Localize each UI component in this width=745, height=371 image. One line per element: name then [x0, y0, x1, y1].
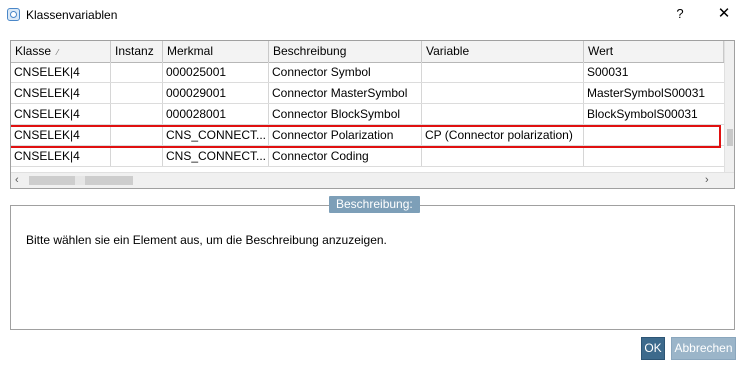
ok-button[interactable]: OK [641, 337, 665, 360]
cell-variable [422, 104, 584, 124]
title-bar: Klassenvariablen ? ✕ [0, 0, 745, 30]
cell-merkmal: 000028001 [163, 104, 269, 124]
cell-wert [584, 125, 724, 145]
cell-merkmal: CNS_CONNECT... [163, 125, 269, 145]
cell-variable [422, 146, 584, 166]
cell-wert: S00031 [587, 65, 629, 79]
column-header-beschreibung[interactable]: Beschreibung [269, 41, 422, 62]
table-header: Klasse ⁄ Instanz Merkmal Beschreibung Var… [11, 41, 724, 63]
column-header-klasse[interactable]: Klasse ⁄ [11, 41, 111, 62]
horizontal-scrollbar[interactable]: ‹ › [11, 172, 734, 188]
app-icon [7, 8, 20, 21]
cell-instanz [111, 146, 163, 166]
description-text: Bitte wählen sie ein Element aus, um die… [26, 233, 387, 247]
table-row[interactable]: CNSELEK|4 000029001 Connector MasterSymb… [11, 83, 724, 104]
cell-instanz [111, 83, 163, 103]
table-row[interactable]: CNSELEK|4 000025001 Connector Symbol S00… [11, 62, 724, 83]
cell-instanz [111, 104, 163, 124]
description-legend: Beschreibung: [329, 196, 420, 213]
cell-wert: MasterSymbolS00031 [587, 86, 706, 100]
close-button[interactable]: ✕ [716, 6, 732, 22]
window-title: Klassenvariablen [26, 8, 118, 22]
cell-beschreibung: Connector Polarization [269, 125, 422, 145]
cell-variable: CP (Connector polarization) [422, 125, 584, 145]
class-variables-table[interactable]: Klasse ⁄ Instanz Merkmal Beschreibung Var… [10, 40, 735, 189]
scroll-right-icon[interactable]: › [705, 174, 709, 186]
cell-wert [584, 146, 724, 166]
cancel-button[interactable]: Abbrechen [671, 337, 736, 360]
cell-variable [422, 62, 584, 82]
scrollbar-grip [75, 176, 85, 185]
cell-klasse: CNSELEK|4 [11, 146, 111, 166]
cell-instanz [111, 125, 163, 145]
cell-wert: BlockSymbolS00031 [587, 107, 698, 121]
description-panel [10, 205, 735, 330]
cell-klasse: CNSELEK|4 [11, 83, 111, 103]
cell-beschreibung: Connector BlockSymbol [269, 104, 422, 124]
table-row[interactable]: CNSELEK|4 000028001 Connector BlockSymbo… [11, 104, 724, 125]
cell-klasse: CNSELEK|4 [11, 104, 111, 124]
cell-beschreibung: Connector MasterSymbol [269, 83, 422, 103]
vertical-scrollbar[interactable] [724, 41, 734, 172]
table-row-highlighted[interactable]: CNSELEK|4 CNS_CONNECT... Connector Polar… [11, 125, 724, 146]
cell-instanz [111, 62, 163, 82]
vertical-scrollbar-thumb[interactable] [727, 129, 733, 146]
sort-indicator-icon: ⁄ [57, 48, 59, 57]
cell-klasse: CNSELEK|4 [11, 62, 111, 82]
cell-merkmal: CNS_CONNECT... [163, 146, 269, 166]
cell-beschreibung: Connector Symbol [269, 62, 422, 82]
cell-merkmal: 000029001 [163, 83, 269, 103]
cell-klasse: CNSELEK|4 [11, 125, 111, 145]
column-header-variable[interactable]: Variable [422, 41, 584, 62]
help-button[interactable]: ? [672, 6, 688, 22]
table-row[interactable]: CNSELEK|4 CNS_CONNECT... Connector Codin… [11, 146, 724, 167]
column-header-wert[interactable]: Wert [584, 41, 724, 62]
scroll-left-icon[interactable]: ‹ [15, 174, 19, 186]
cell-merkmal: 000025001 [163, 62, 269, 82]
column-header-instanz[interactable]: Instanz [111, 41, 163, 62]
column-header-merkmal[interactable]: Merkmal [163, 41, 269, 62]
cell-beschreibung: Connector Coding [269, 146, 422, 166]
cell-variable [422, 83, 584, 103]
